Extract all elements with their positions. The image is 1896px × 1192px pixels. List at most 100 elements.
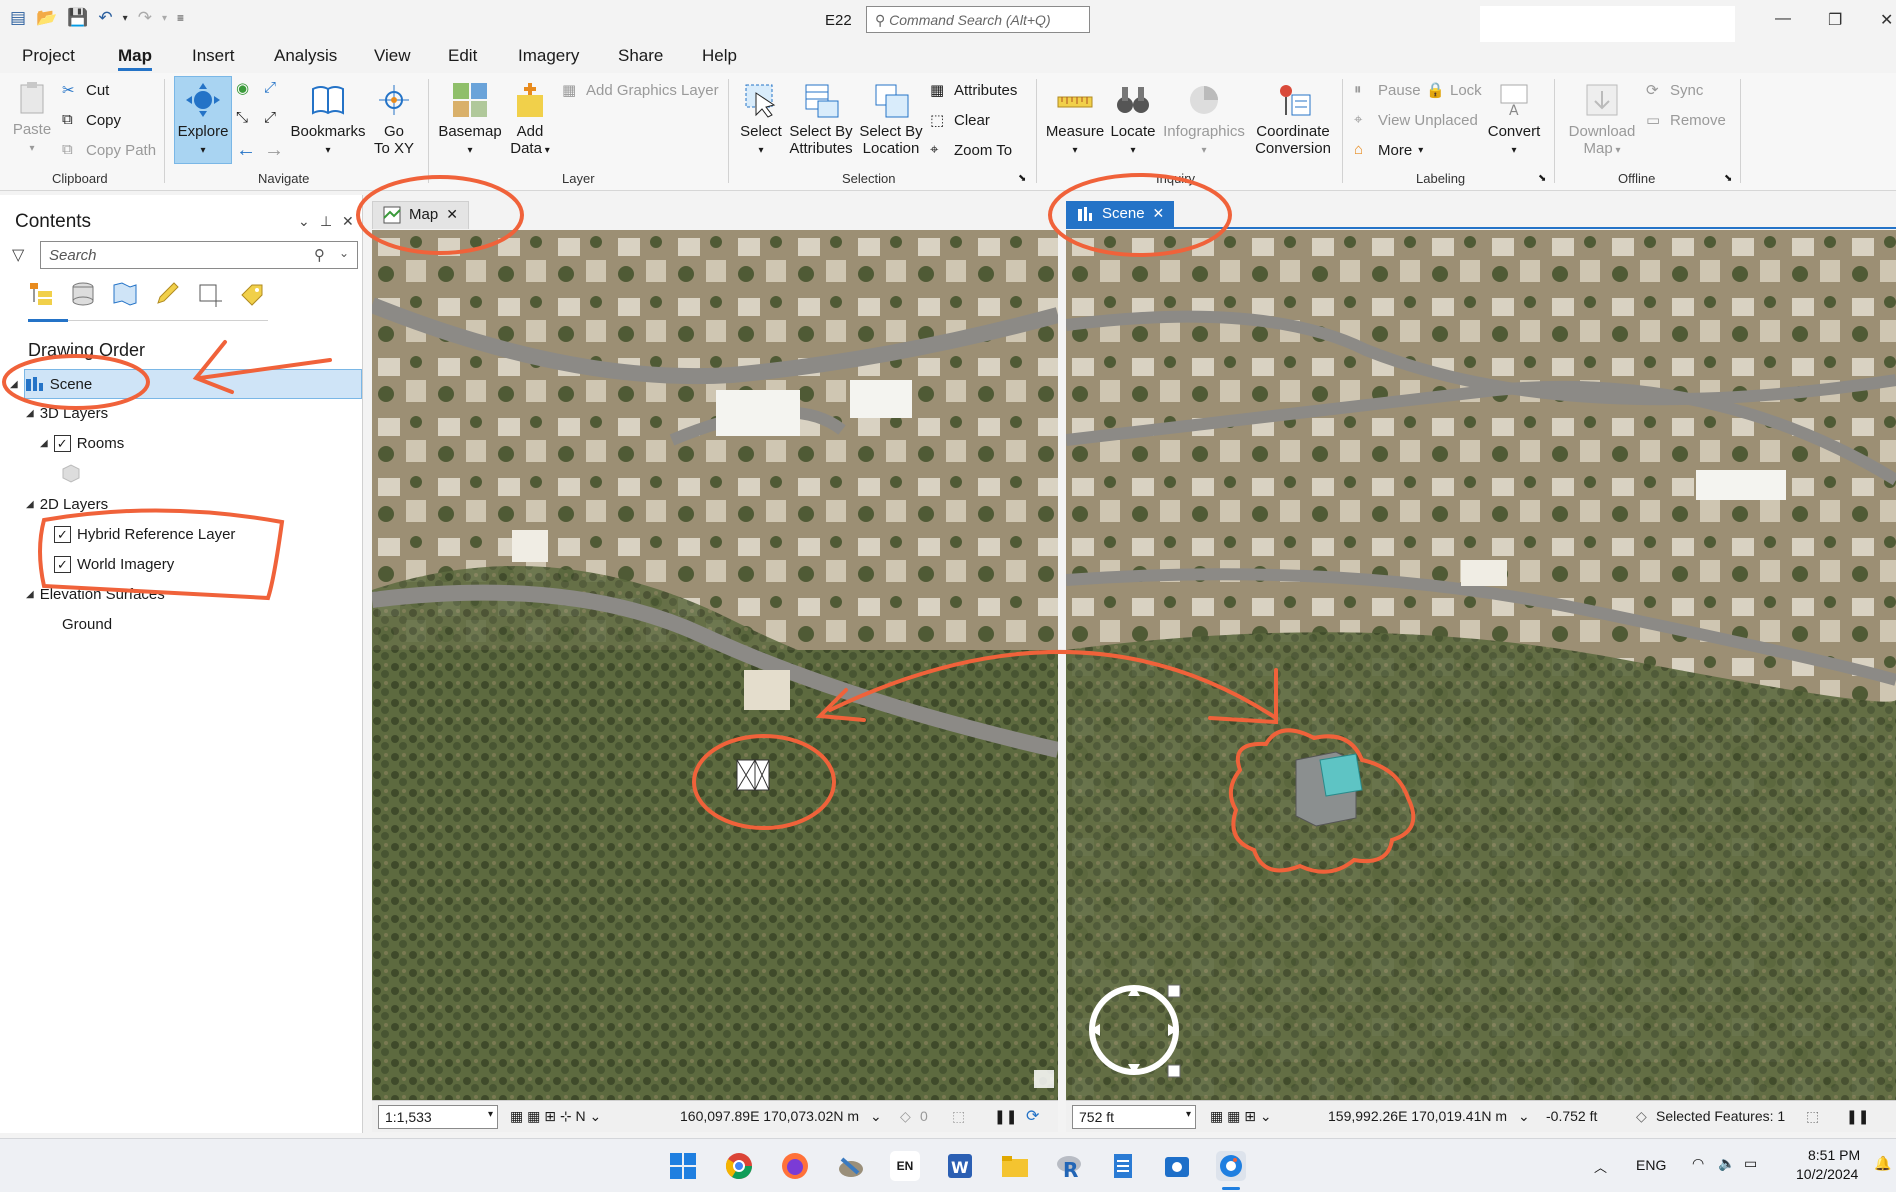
view-unplaced-button[interactable]: ⌖ View Unplaced bbox=[1354, 111, 1478, 129]
word-icon[interactable]: W bbox=[944, 1151, 974, 1181]
map-view-canvas[interactable] bbox=[372, 230, 1058, 1100]
tree-item-ground[interactable]: Ground bbox=[62, 616, 112, 633]
lock-labeling-button[interactable]: 🔒 Lock bbox=[1426, 81, 1482, 100]
expand-triangle-icon[interactable]: ◢ bbox=[10, 379, 18, 390]
copy-button[interactable]: ⧉ Copy bbox=[62, 111, 121, 129]
rooms-checkbox[interactable]: ✓ bbox=[53, 435, 71, 452]
clear-button[interactable]: ⬚ Clear bbox=[930, 111, 990, 130]
expand-triangle-icon[interactable]: ◢ bbox=[26, 408, 34, 419]
restore-icon[interactable]: ❐ bbox=[1828, 10, 1842, 30]
new-project-icon[interactable]: ▤ bbox=[10, 8, 26, 28]
previous-extent-button[interactable]: ← bbox=[236, 139, 256, 161]
cut-button[interactable]: ✂ Cut bbox=[62, 81, 109, 100]
show-hidden-icons-icon[interactable]: ︿ bbox=[1594, 1157, 1607, 1176]
tab-help[interactable]: Help bbox=[702, 46, 737, 66]
infographics-button[interactable]: Infographics ▾ bbox=[1160, 81, 1248, 159]
tree-item-2d-layers[interactable]: ◢ 2D Layers bbox=[26, 496, 108, 513]
tree-item-world-imagery[interactable]: ✓ World Imagery bbox=[54, 556, 174, 573]
screenshot-tool-icon[interactable] bbox=[1162, 1151, 1192, 1181]
tab-map-view[interactable]: Map ✕ bbox=[372, 201, 469, 229]
command-search-input[interactable]: ⚲ Command Search (Alt+Q) bbox=[866, 6, 1090, 33]
refresh-icon[interactable]: ⟳ bbox=[1026, 1106, 1039, 1126]
tab-project[interactable]: Project bbox=[22, 46, 75, 66]
attributes-button[interactable]: ▦ Attributes bbox=[930, 81, 1017, 100]
expand-triangle-icon[interactable]: ◢ bbox=[26, 499, 34, 510]
chevron-down-icon[interactable]: ⌄ bbox=[339, 246, 349, 260]
input-language[interactable]: ENG bbox=[1636, 1157, 1666, 1173]
zoom-in-icon[interactable] bbox=[1167, 984, 1181, 998]
tree-item-scene[interactable]: ◢ Scene bbox=[10, 375, 92, 393]
list-by-editing-icon[interactable] bbox=[154, 281, 180, 307]
select-by-location-button[interactable]: Select By Location bbox=[856, 81, 926, 157]
locate-button[interactable]: Locate ▾ bbox=[1106, 81, 1160, 159]
language-app-icon[interactable]: EN bbox=[890, 1151, 920, 1181]
pause-drawing-icon[interactable]: ❚❚ bbox=[994, 1108, 1017, 1125]
coordinate-conversion-button[interactable]: Coordinate Conversion bbox=[1250, 81, 1336, 157]
arcgis-pro-icon[interactable] bbox=[1216, 1151, 1246, 1181]
pause-drawing-icon[interactable]: ❚❚ bbox=[1846, 1108, 1869, 1125]
tab-map[interactable]: Map bbox=[118, 46, 152, 71]
sync-button[interactable]: ⟳ Sync bbox=[1646, 81, 1703, 100]
battery-icon[interactable]: ▭ bbox=[1744, 1155, 1757, 1172]
tab-insert[interactable]: Insert bbox=[192, 46, 235, 66]
next-extent-button[interactable]: → bbox=[264, 139, 284, 161]
map-scale-select[interactable]: 1:1,533 ▾ bbox=[378, 1105, 498, 1129]
tree-item-3d-layers[interactable]: ◢ 3D Layers bbox=[26, 405, 108, 422]
scene-view-canvas[interactable] bbox=[1066, 230, 1896, 1100]
close-pane-icon[interactable]: ✕ bbox=[342, 213, 354, 230]
coordinate-format-dropdown-icon[interactable]: ⌄ bbox=[1518, 1108, 1530, 1125]
tree-item-hybrid-reference[interactable]: ✓ Hybrid Reference Layer bbox=[54, 526, 235, 543]
remove-button[interactable]: ▭ Remove bbox=[1646, 111, 1726, 130]
clear-selection-icon[interactable]: ⬚ bbox=[1806, 1108, 1819, 1125]
list-by-drawing-order-icon[interactable] bbox=[28, 281, 54, 307]
notepad-icon[interactable] bbox=[1108, 1151, 1138, 1181]
clock-time[interactable]: 8:51 PM bbox=[1808, 1147, 1860, 1163]
firefox-icon[interactable] bbox=[780, 1151, 810, 1181]
list-by-snapping-icon[interactable] bbox=[196, 281, 222, 307]
list-by-labeling-icon[interactable] bbox=[238, 281, 264, 307]
hybrid-reference-checkbox[interactable]: ✓ bbox=[54, 526, 71, 543]
measure-button[interactable]: Measure ▾ bbox=[1044, 81, 1106, 159]
minimize-icon[interactable]: — bbox=[1775, 10, 1791, 28]
fixed-zoom-in-button[interactable]: ⤡ bbox=[236, 109, 254, 127]
explore-button[interactable]: Explore ▾ bbox=[176, 81, 230, 159]
open-project-icon[interactable]: 📂 bbox=[36, 8, 57, 28]
select-button[interactable]: Select ▾ bbox=[736, 81, 786, 159]
redo-icon[interactable]: ↷ bbox=[138, 8, 152, 28]
selection-launcher-icon[interactable]: ⬊ bbox=[1018, 173, 1026, 184]
list-by-source-icon[interactable] bbox=[70, 281, 96, 307]
select-by-attributes-button[interactable]: Select By Attributes bbox=[786, 81, 856, 157]
scene-selected-features[interactable]: Selected Features: 1 bbox=[1656, 1108, 1785, 1124]
close-tab-icon[interactable]: ✕ bbox=[1153, 205, 1165, 222]
tab-edit[interactable]: Edit bbox=[448, 46, 477, 66]
tree-item-elevation-surfaces[interactable]: ◢ Elevation Surfaces bbox=[26, 586, 165, 603]
expand-triangle-icon[interactable]: ◢ bbox=[26, 589, 34, 600]
volume-icon[interactable]: 🔈 bbox=[1718, 1155, 1735, 1172]
notifications-icon[interactable]: 🔔 bbox=[1874, 1155, 1891, 1172]
file-explorer-icon[interactable] bbox=[1000, 1151, 1030, 1181]
clock-date[interactable]: 10/2/2024 bbox=[1796, 1166, 1858, 1182]
tab-view[interactable]: View bbox=[374, 46, 411, 66]
close-tab-icon[interactable]: ✕ bbox=[446, 206, 458, 223]
list-by-selection-icon[interactable] bbox=[112, 281, 138, 307]
add-data-button[interactable]: Add Data ▾ bbox=[508, 81, 552, 159]
basemap-button[interactable]: Basemap ▾ bbox=[436, 81, 504, 159]
tab-scene-view[interactable]: Scene ✕ bbox=[1066, 201, 1175, 229]
zoom-to-selection-button[interactable]: ⤢ bbox=[264, 79, 282, 97]
copy-path-button[interactable]: ⧉ Copy Path bbox=[62, 141, 156, 159]
offline-launcher-icon[interactable]: ⬊ bbox=[1724, 173, 1732, 184]
refresh-selection-icon[interactable]: ⬚ bbox=[952, 1108, 965, 1125]
labeling-launcher-icon[interactable]: ⬊ bbox=[1538, 173, 1546, 184]
bookmarks-button[interactable]: Bookmarks ▾ bbox=[290, 81, 366, 159]
wifi-icon[interactable]: ◠ bbox=[1692, 1155, 1704, 1172]
zoom-to-button[interactable]: ⌖ Zoom To bbox=[930, 141, 1012, 159]
chrome-icon[interactable] bbox=[724, 1151, 754, 1181]
add-graphics-layer-button[interactable]: ▦ Add Graphics Layer bbox=[562, 81, 719, 100]
convert-button[interactable]: A Convert ▾ bbox=[1486, 81, 1542, 159]
world-imagery-checkbox[interactable]: ✓ bbox=[54, 556, 71, 573]
gimp-icon[interactable] bbox=[836, 1151, 866, 1181]
paste-button[interactable]: Paste ▾ bbox=[12, 79, 52, 157]
redo-dropdown-icon[interactable]: ▾ bbox=[162, 13, 167, 24]
tab-imagery[interactable]: Imagery bbox=[518, 46, 579, 66]
map-navigation-tools[interactable]: ▦ ▦ ⊞ ⊹ N ⌄ bbox=[510, 1108, 601, 1125]
